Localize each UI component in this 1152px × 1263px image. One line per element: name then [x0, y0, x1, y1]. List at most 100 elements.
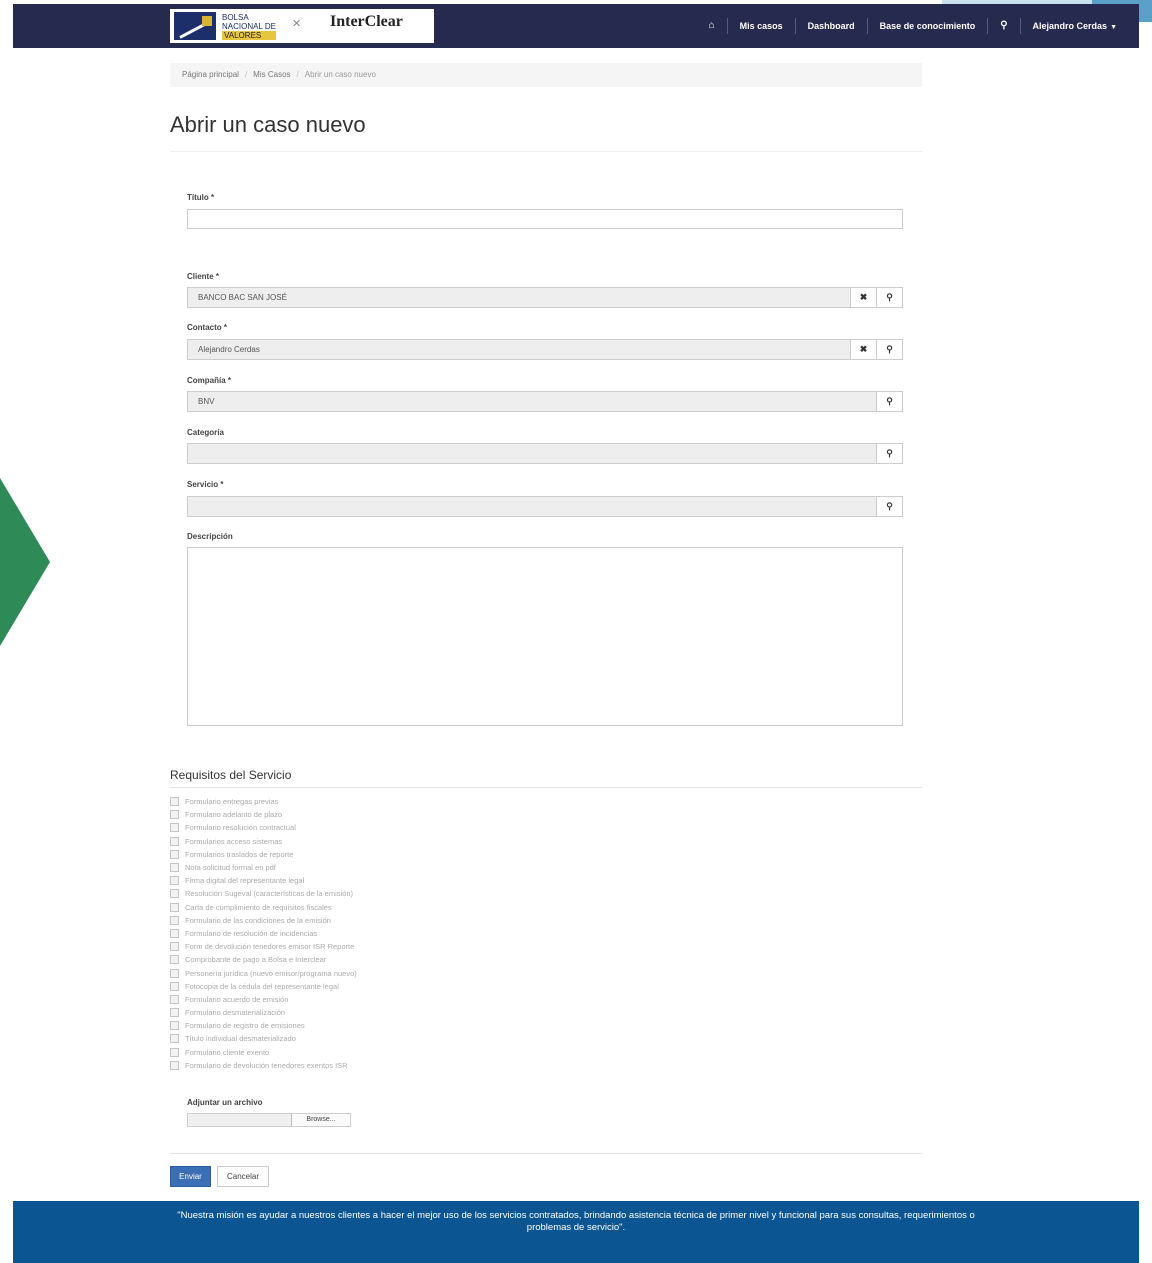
- requisitos-divider: [170, 787, 922, 788]
- nav-menu: ⌂ Mis casos Dashboard Base de conocimien…: [697, 4, 1129, 48]
- logo-area[interactable]: BOLSA NACIONAL DE VALORES ✕ InterClear: [170, 9, 434, 43]
- compania-label: Compañía *: [187, 376, 232, 385]
- nav-item-base-conocimiento[interactable]: Base de conocimiento: [866, 18, 988, 34]
- requisito-checkbox[interactable]: [170, 994, 179, 1004]
- requisito-checkbox[interactable]: [170, 1021, 179, 1031]
- requisito-checkbox[interactable]: [170, 942, 179, 952]
- requisito-item: Formulario de devolución tenedores exent…: [170, 1059, 357, 1072]
- form-divider: [170, 1153, 922, 1154]
- requisito-item: Fotocopia de la cédula del representante…: [170, 980, 357, 993]
- cliente-lookup: BANCO BAC SAN JOSÉ ✖ ⚲: [187, 287, 903, 308]
- search-icon[interactable]: ⚲: [876, 497, 902, 516]
- descripcion-textarea[interactable]: [187, 547, 903, 726]
- titulo-input[interactable]: [187, 209, 903, 229]
- requisito-item: Formulario resolución contractual: [170, 821, 357, 834]
- bnv-logo-icon: [174, 12, 216, 40]
- requisito-item: Formularios acceso sistemas: [170, 835, 357, 848]
- browse-button[interactable]: Browse...: [291, 1114, 350, 1126]
- requisito-item: Personería jurídica (nuevo emisor/progra…: [170, 966, 357, 979]
- submit-button[interactable]: Enviar: [170, 1166, 211, 1187]
- requisito-checkbox[interactable]: [170, 968, 179, 978]
- requisito-checkbox[interactable]: [170, 928, 179, 938]
- interclear-logo-icon: ✕: [292, 18, 302, 30]
- requisito-item: Carta de cumplimiento de requisitos fisc…: [170, 901, 357, 914]
- requisito-checkbox[interactable]: [170, 1060, 179, 1070]
- cancel-button[interactable]: Cancelar: [217, 1166, 269, 1187]
- requisito-checkbox[interactable]: [170, 836, 179, 846]
- requisito-checkbox[interactable]: [170, 889, 179, 899]
- home-icon[interactable]: ⌂: [697, 18, 727, 34]
- requisito-checkbox[interactable]: [170, 823, 179, 833]
- requisito-checkbox[interactable]: [170, 797, 179, 807]
- user-menu[interactable]: Alejandro Cerdas ▼: [1019, 18, 1129, 34]
- requisito-checkbox[interactable]: [170, 915, 179, 925]
- search-icon[interactable]: ⚲: [876, 392, 902, 411]
- nav-item-mis-casos[interactable]: Mis casos: [726, 18, 795, 34]
- contacto-lookup: Alejandro Cerdas ✖ ⚲: [187, 339, 903, 360]
- cliente-label: Cliente *: [187, 272, 220, 281]
- breadcrumb-home[interactable]: Página principal: [182, 70, 239, 79]
- requisito-item: Título individual desmaterializado: [170, 1032, 357, 1045]
- requisito-checkbox[interactable]: [170, 810, 179, 820]
- requisito-item: Formulario de registro de emisiones: [170, 1019, 357, 1032]
- requisito-checkbox[interactable]: [170, 1008, 179, 1018]
- clear-icon[interactable]: ✖: [850, 288, 876, 307]
- breadcrumb: Página principal / Mis Casos / Abrir un caso…: [170, 63, 922, 87]
- interclear-logo-text: InterClear: [330, 13, 403, 30]
- requisito-checkbox[interactable]: [170, 1047, 179, 1057]
- requisito-checkbox[interactable]: [170, 981, 179, 991]
- title-divider: [170, 151, 922, 152]
- footer-mission-text: "Nuestra misión es ayudar a nuestros cli…: [177, 1210, 975, 1233]
- requisitos-list: Formulario entregas previas Formulario a…: [170, 795, 357, 1072]
- requisito-checkbox[interactable]: [170, 849, 179, 859]
- compania-field[interactable]: BNV: [188, 392, 876, 411]
- search-icon[interactable]: ⚲: [876, 288, 902, 307]
- compania-lookup: BNV ⚲: [187, 391, 903, 412]
- servicio-label: Servicio *: [187, 480, 224, 489]
- requisito-item: Formulario cliente exento: [170, 1046, 357, 1059]
- file-input[interactable]: Browse...: [187, 1113, 351, 1127]
- attach-label: Adjuntar un archivo: [187, 1098, 263, 1107]
- requisito-item: Resolución Sugeval (características de l…: [170, 887, 357, 900]
- categoria-label: Categoría: [187, 428, 224, 437]
- search-icon[interactable]: ⚲: [876, 340, 902, 359]
- titulo-label: Título *: [187, 193, 215, 202]
- search-icon[interactable]: ⚲: [876, 444, 902, 463]
- requisito-checkbox[interactable]: [170, 876, 179, 886]
- descripcion-label: Descripción: [187, 532, 233, 541]
- requisito-checkbox[interactable]: [170, 902, 179, 912]
- requisito-item: Formulario de las condiciones de la emis…: [170, 914, 357, 927]
- requisitos-title: Requisitos del Servicio: [170, 768, 292, 782]
- categoria-field[interactable]: [188, 444, 876, 463]
- requisito-item: Firma digital del representante legal: [170, 874, 357, 887]
- file-path-field[interactable]: [188, 1114, 291, 1126]
- requisito-item: Comprobante de pago a Bolsa e Interclear: [170, 953, 357, 966]
- requisito-item: Formulario entregas previas: [170, 795, 357, 808]
- requisito-item: Formulario de resolución de incidencias: [170, 927, 357, 940]
- servicio-lookup: ⚲: [187, 496, 903, 517]
- top-navbar: BOLSA NACIONAL DE VALORES ✕ InterClear ⌂…: [13, 4, 1139, 48]
- requisito-checkbox[interactable]: [170, 863, 179, 873]
- bnv-logo-text: BOLSA NACIONAL DE VALORES: [222, 13, 276, 40]
- requisito-item: Formulario acuerdo de emisión: [170, 993, 357, 1006]
- contacto-field[interactable]: Alejandro Cerdas: [188, 340, 850, 359]
- user-name: Alejandro Cerdas: [1032, 21, 1108, 31]
- requisito-item: Formulario adelanto de plazo: [170, 808, 357, 821]
- requisito-item: Formularios traslados de reporte: [170, 848, 357, 861]
- clear-icon[interactable]: ✖: [850, 340, 876, 359]
- breadcrumb-separator: /: [244, 70, 248, 79]
- breadcrumb-current: Abrir un caso nuevo: [304, 70, 376, 79]
- requisito-checkbox[interactable]: [170, 1034, 179, 1044]
- servicio-field[interactable]: [188, 497, 876, 516]
- nav-item-dashboard[interactable]: Dashboard: [794, 18, 867, 34]
- caret-down-icon: ▼: [1110, 24, 1117, 31]
- search-icon[interactable]: ⚲: [987, 18, 1019, 34]
- categoria-lookup: ⚲: [187, 443, 903, 464]
- breadcrumb-mis-casos[interactable]: Mis Casos: [253, 70, 290, 79]
- page-title: Abrir un caso nuevo: [170, 112, 366, 137]
- requisito-checkbox[interactable]: [170, 955, 179, 965]
- breadcrumb-separator: /: [296, 70, 299, 79]
- requisito-item: Formulario desmaterialización: [170, 1006, 357, 1019]
- green-arrow-decoration: [0, 478, 50, 646]
- cliente-field[interactable]: BANCO BAC SAN JOSÉ: [188, 288, 850, 307]
